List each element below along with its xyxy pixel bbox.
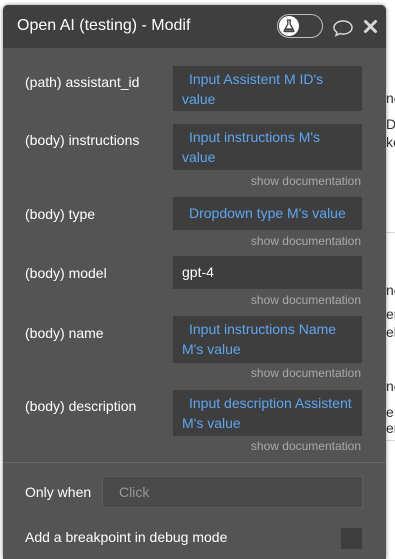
field-label-instructions: (body) instructions	[25, 132, 140, 148]
background-text-fragment: ele	[386, 324, 395, 340]
show-documentation-link[interactable]: show documentation	[251, 174, 361, 188]
breakpoint-label: Add a breakpoint in debug mode	[25, 529, 228, 545]
name-input[interactable]: Input instructions Name M's value	[173, 316, 362, 363]
field-label-assistant-id: (path) assistant_id	[25, 74, 140, 90]
description-input[interactable]: Input description Assistent M's value	[173, 390, 362, 436]
only-when-label: Only when	[25, 484, 92, 500]
dynamic-value-continued: value	[182, 91, 216, 107]
field-label-type: (body) type	[25, 206, 96, 222]
panel-title: Open AI (testing) - Modif	[17, 17, 191, 34]
dynamic-value: Input description Assistent	[189, 395, 352, 411]
only-when-condition-input[interactable]: Click	[102, 476, 363, 508]
assistant-id-input[interactable]: Input Assistent M ID's value	[173, 66, 362, 111]
background-divider	[386, 232, 395, 233]
show-documentation-link[interactable]: show documentation	[251, 439, 361, 453]
dynamic-value-continued: value	[182, 149, 216, 165]
field-label-name: (body) name	[25, 325, 104, 341]
instructions-input[interactable]: Input instructions M's value	[173, 124, 362, 170]
static-value: gpt-4	[182, 264, 214, 280]
background-text-fragment: er	[386, 420, 395, 436]
type-input[interactable]: Dropdown type M's value	[173, 197, 362, 230]
background-text-fragment: ke	[386, 134, 395, 150]
dynamic-value: Input Assistent M ID's	[189, 71, 324, 87]
property-editor-panel: Open AI (testing) - Modif (path) assista…	[3, 5, 386, 559]
field-label-model: (body) model	[25, 265, 107, 281]
section-divider	[3, 462, 386, 463]
background-text-fragment: e	[386, 404, 394, 420]
dynamic-value-continued: M's value	[182, 341, 241, 357]
dynamic-value: Input instructions M's	[189, 129, 321, 145]
close-x-icon[interactable]	[363, 19, 378, 34]
background-text-fragment: er	[386, 306, 395, 322]
model-input[interactable]: gpt-4	[173, 256, 362, 289]
dynamic-value: Dropdown type M's value	[189, 205, 346, 221]
background-text-fragment: ne	[386, 282, 395, 298]
background-divider	[386, 440, 395, 441]
background-text-fragment: De	[386, 116, 395, 132]
background-text-fragment: ne	[386, 90, 395, 106]
breakpoint-checkbox[interactable]	[341, 528, 362, 549]
field-label-description: (body) description	[25, 398, 137, 414]
panel-header[interactable]: Open AI (testing) - Modif	[3, 5, 386, 48]
show-documentation-link[interactable]: show documentation	[251, 366, 361, 380]
show-documentation-link[interactable]: show documentation	[251, 234, 361, 248]
show-documentation-link[interactable]: show documentation	[251, 293, 361, 307]
speech-bubble-icon[interactable]	[332, 19, 354, 37]
dynamic-value: Input instructions Name	[189, 321, 337, 337]
dynamic-value-continued: M's value	[182, 415, 241, 431]
flask-icon	[279, 16, 299, 36]
background-text-fragment: ne	[386, 378, 395, 394]
preview-toggle[interactable]	[277, 14, 323, 38]
